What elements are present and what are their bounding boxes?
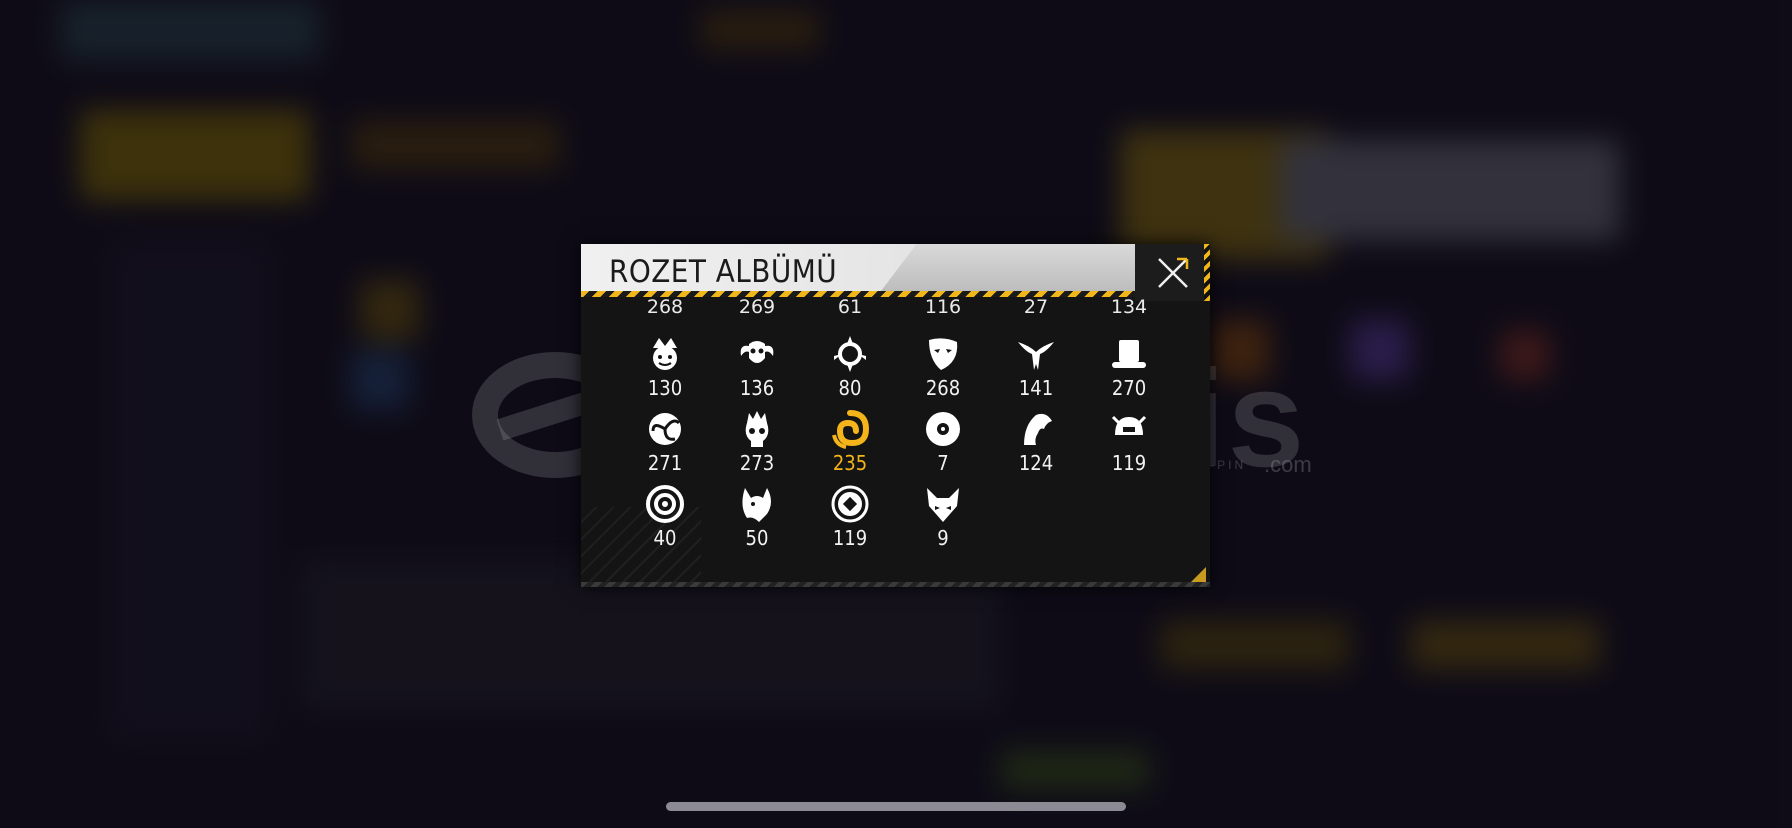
swirl-badge-icon	[649, 413, 681, 445]
badge-item[interactable]: 124	[990, 409, 1082, 475]
badge-count: 119	[832, 526, 868, 550]
badge-item[interactable]: 273	[711, 409, 803, 475]
badge-item[interactable]: 130	[619, 334, 711, 400]
badge-item[interactable]: 40	[619, 484, 711, 550]
badge-count: 9	[937, 526, 949, 550]
target-badge-icon	[646, 485, 684, 523]
badge-grid: 268 269 61 116 27 134 130 136 80 268 141…	[581, 296, 1210, 587]
badge-count-partial: 134	[1110, 296, 1148, 318]
home-indicator[interactable]	[666, 802, 1126, 811]
dialog-header: ROZET ALBÜMÜ	[581, 244, 1135, 297]
badge-item[interactable]: 50	[711, 484, 803, 550]
footer-stripe	[581, 582, 1210, 587]
badge-count: 50	[745, 526, 769, 550]
dragon-badge-icon	[1018, 342, 1054, 370]
badge-item-selected[interactable]: 235	[804, 409, 896, 475]
flaming-skull-badge-icon	[745, 411, 769, 447]
badge-count-partial: 268	[646, 296, 684, 318]
top-hat-badge-icon	[1112, 340, 1146, 368]
badge-count-partial: 269	[738, 296, 776, 318]
badge-count: 40	[653, 526, 677, 550]
ornament-badge-icon	[834, 336, 866, 372]
emblem-badge-icon	[831, 485, 869, 523]
corner-accent	[1190, 567, 1206, 583]
badge-item[interactable]: 271	[619, 409, 711, 475]
badge-count: 273	[739, 451, 775, 475]
badge-count: 268	[925, 376, 961, 400]
helmet-badge-icon	[1111, 415, 1147, 435]
badge-count-partial: 27	[1023, 296, 1049, 318]
badge-count: 270	[1111, 376, 1147, 400]
badge-item[interactable]: 7	[897, 409, 989, 475]
close-hazard-edge	[1204, 244, 1210, 301]
badge-item[interactable]: 268	[897, 334, 989, 400]
ram-skull-badge-icon	[740, 341, 774, 363]
fox-badge-icon	[927, 488, 959, 522]
badge-album-dialog: ROZET ALBÜMÜ 268 269 61 116 27 134 130 1…	[581, 244, 1210, 587]
badge-item[interactable]: 9	[897, 484, 989, 550]
badge-count: 235	[832, 451, 868, 475]
badge-count-partial: 61	[837, 296, 863, 318]
badge-item[interactable]: 270	[1083, 334, 1175, 400]
badge-count: 141	[1018, 376, 1054, 400]
badge-count: 130	[647, 376, 683, 400]
close-button[interactable]	[1135, 244, 1210, 301]
badge-item[interactable]: 119	[1083, 409, 1175, 475]
badge-count: 124	[1018, 451, 1054, 475]
wolf-badge-icon	[742, 488, 771, 522]
mask-badge-icon	[929, 338, 958, 370]
jester-badge-icon	[653, 338, 677, 370]
badge-item[interactable]: 119	[804, 484, 896, 550]
badge-item[interactable]: 141	[990, 334, 1082, 400]
horse-badge-icon	[1024, 413, 1052, 445]
golden-spiral-badge-icon	[832, 410, 870, 449]
header-decoration	[881, 244, 1135, 291]
badge-item[interactable]: 136	[711, 334, 803, 400]
badge-count: 7	[937, 451, 949, 475]
vinyl-badge-icon	[926, 412, 960, 446]
badge-item[interactable]: 80	[804, 334, 896, 400]
badge-count: 119	[1111, 451, 1147, 475]
badge-count: 271	[647, 451, 683, 475]
badge-count-partial: 116	[924, 296, 962, 318]
badge-count: 136	[739, 376, 775, 400]
badge-count: 80	[838, 376, 862, 400]
dialog-title: ROZET ALBÜMÜ	[609, 254, 838, 290]
close-icon	[1158, 257, 1189, 288]
